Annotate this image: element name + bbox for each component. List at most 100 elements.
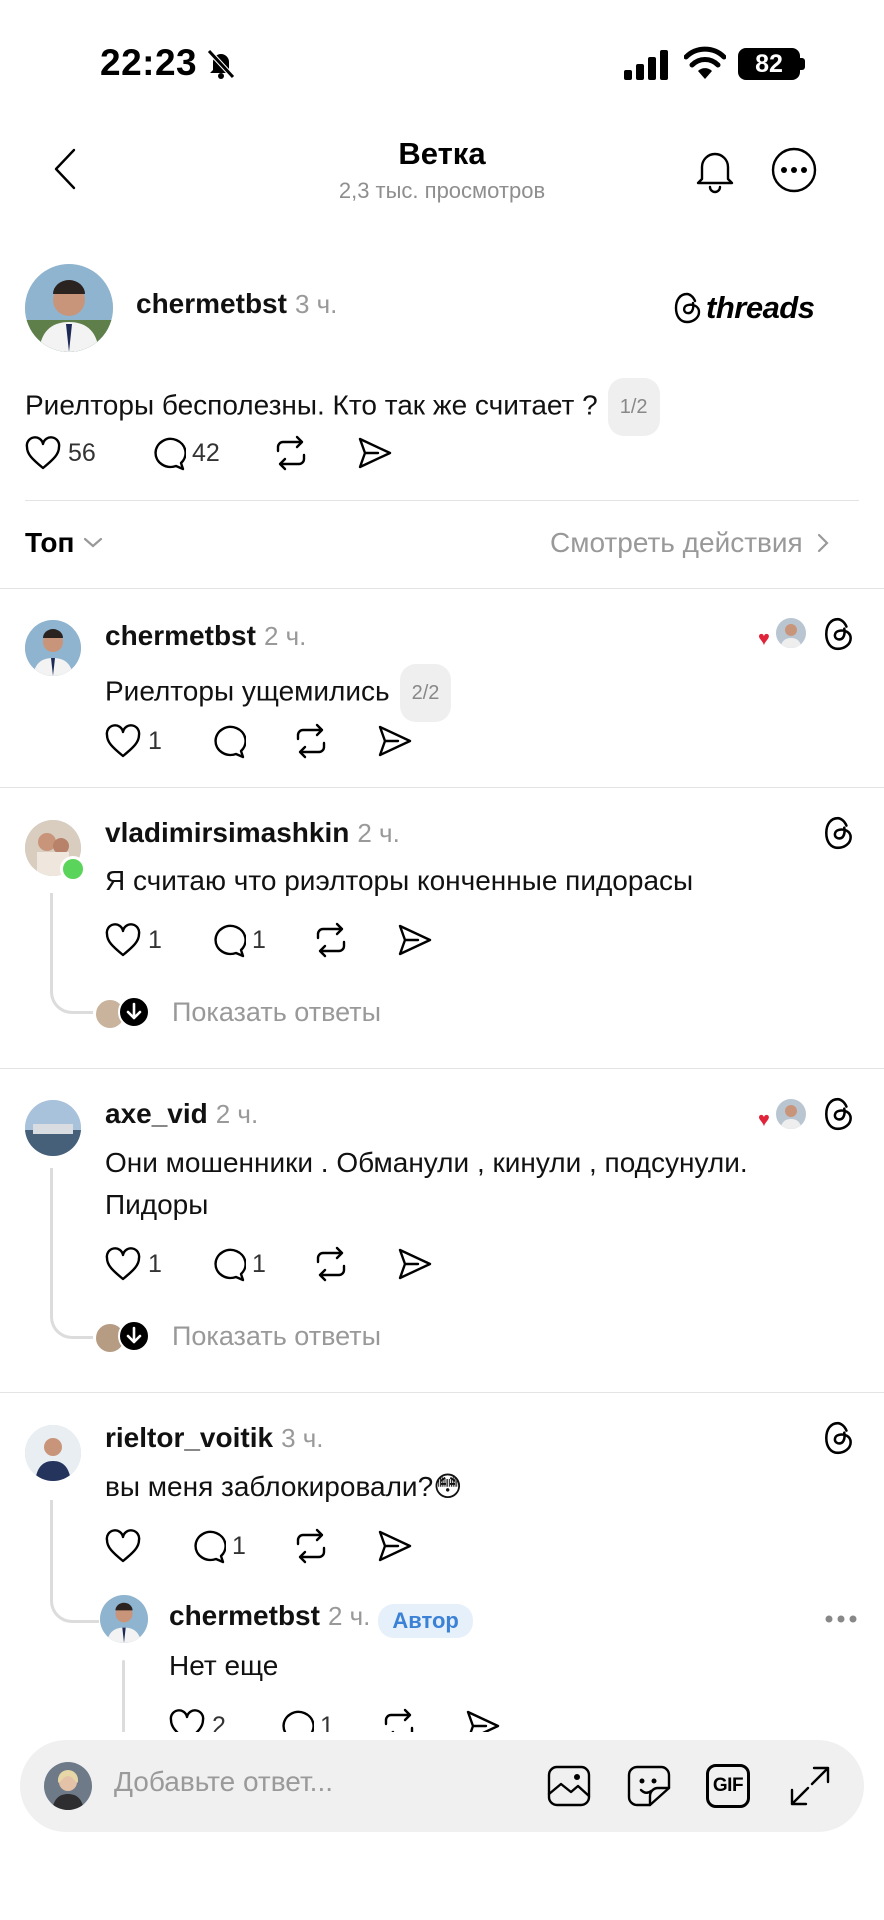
reply-like-button[interactable]: 1 — [104, 1246, 162, 1282]
threads-icon[interactable] — [822, 815, 856, 851]
reply-repost-icon[interactable] — [292, 723, 330, 759]
liked-heart-icon: ♥ — [758, 628, 770, 650]
reply-like-button[interactable]: 1 — [104, 922, 162, 958]
post-repost-icon[interactable] — [272, 435, 310, 471]
liker-avatar — [774, 1097, 808, 1131]
post-author-avatar[interactable] — [25, 264, 113, 352]
reply-username[interactable]: vladimirsimashkin — [105, 817, 349, 848]
threads-logo[interactable]: threads — [672, 290, 815, 326]
threads-icon[interactable] — [822, 616, 856, 652]
reply-text-line: Пидоры — [105, 1189, 209, 1220]
gif-button[interactable]: GIF — [706, 1764, 750, 1808]
notifications-bell-icon[interactable] — [692, 146, 738, 194]
reply-avatar[interactable] — [25, 1425, 81, 1481]
reply-username[interactable]: rieltor_voitik — [105, 1422, 273, 1453]
reply-time: 3 ч. — [281, 1423, 324, 1453]
sort-label: Топ — [25, 527, 75, 558]
reply-avatar[interactable] — [25, 620, 81, 676]
view-activity-label: Смотреть действия — [550, 527, 803, 558]
reply-input[interactable] — [114, 1766, 414, 1798]
reply-comment-count: 1 — [232, 1531, 246, 1560]
reply-share-icon[interactable] — [396, 1246, 434, 1282]
post-like-button[interactable]: 56 — [24, 435, 96, 471]
threads-icon[interactable] — [822, 1420, 856, 1456]
wifi-icon — [684, 46, 726, 80]
reply-username[interactable]: chermetbst — [105, 620, 256, 651]
thread-connector — [50, 1500, 99, 1623]
post-username[interactable]: chermetbst — [136, 288, 287, 319]
liked-heart-icon: ♥ — [758, 1109, 770, 1131]
more-options-icon[interactable] — [824, 1614, 858, 1624]
nested-reply-time: 2 ч. — [327, 1601, 371, 1631]
threads-logo-icon — [674, 292, 701, 324]
reply-divider — [0, 1392, 884, 1393]
reply-username[interactable]: axe_vid — [105, 1098, 208, 1129]
chevron-down-icon — [84, 537, 103, 548]
reply-avatar[interactable] — [25, 1100, 81, 1156]
current-user-avatar — [44, 1762, 92, 1810]
sort-dropdown[interactable]: Топ — [25, 527, 104, 559]
expand-arrow-icon — [118, 1320, 150, 1352]
liker-avatar — [774, 616, 808, 650]
nested-thread-line — [122, 1660, 125, 1740]
post-share-icon[interactable] — [356, 435, 394, 471]
thread-connector — [50, 1168, 93, 1339]
reply-repost-icon[interactable] — [312, 922, 350, 958]
post-text: Риелторы бесполезны. Кто так же считает … — [25, 389, 598, 421]
show-replies-link[interactable]: Показать ответы — [172, 1321, 381, 1352]
reply-divider — [0, 1068, 884, 1069]
reply-share-icon[interactable] — [376, 1528, 414, 1564]
reply-text: вы меня заблокировали?😳 — [105, 1471, 463, 1502]
reply-repost-icon[interactable] — [292, 1528, 330, 1564]
liked-by-author-indicator: ♥ — [758, 616, 808, 652]
show-replies-link[interactable]: Показать ответы — [172, 997, 381, 1028]
heart-icon — [25, 436, 61, 470]
heart-icon — [105, 923, 141, 957]
reply-comment-button[interactable]: 1 — [208, 922, 266, 958]
more-options-icon[interactable] — [770, 146, 818, 194]
reply-text: Риелторы ущемились — [105, 675, 390, 707]
views-count: 2,3 тыс. просмотров — [338, 178, 546, 203]
nested-reply-avatar[interactable] — [100, 1595, 148, 1643]
post-time: 3 ч. — [294, 289, 338, 319]
liked-by-author-indicator: ♥ — [758, 1097, 808, 1133]
reply-comment-icon[interactable] — [208, 723, 246, 759]
cellular-signal-icon — [624, 50, 670, 80]
expand-icon[interactable] — [788, 1764, 832, 1808]
reply-comment-button[interactable]: 1 — [188, 1528, 246, 1564]
online-status-dot — [60, 856, 86, 882]
battery-tip — [800, 58, 805, 70]
reply-comment-count: 1 — [252, 925, 266, 954]
reply-like-button[interactable]: 1 — [104, 723, 162, 759]
reply-repost-icon[interactable] — [312, 1246, 350, 1282]
sort-divider — [0, 588, 884, 589]
reply-like-icon[interactable] — [104, 1528, 142, 1564]
reply-comment-button[interactable]: 1 — [208, 1246, 266, 1282]
threads-logo-text: threads — [706, 290, 815, 325]
sticker-icon[interactable] — [626, 1764, 672, 1808]
author-badge: Автор — [378, 1603, 473, 1638]
heart-icon — [105, 724, 141, 758]
post-comment-count: 42 — [192, 438, 220, 467]
status-time: 22:23 — [100, 42, 198, 83]
view-activity-link[interactable]: Смотреть действия — [550, 527, 831, 559]
gif-label: GIF — [712, 1775, 744, 1796]
comment-icon — [194, 1530, 226, 1564]
reply-share-icon[interactable] — [376, 723, 414, 759]
reply-time: 2 ч. — [263, 621, 307, 651]
image-gallery-icon[interactable] — [546, 1764, 592, 1808]
reply-share-icon[interactable] — [396, 922, 434, 958]
nested-reply-text: Нет еще — [169, 1650, 279, 1681]
comment-icon — [214, 924, 246, 958]
battery-indicator: 82 — [738, 48, 800, 80]
comment-icon — [214, 1248, 246, 1282]
post-like-count: 56 — [68, 438, 96, 467]
threads-icon[interactable] — [822, 1096, 856, 1132]
post-comment-button[interactable]: 42 — [148, 435, 220, 471]
thread-connector — [50, 893, 93, 1014]
nested-reply-username[interactable]: chermetbst — [169, 1600, 320, 1631]
reply-text-line: Они мошенники . Обманули , кинули , подс… — [105, 1147, 748, 1178]
page-title: Ветка — [398, 136, 486, 171]
reply-pager: 2/2 — [399, 664, 452, 722]
reply-like-count: 1 — [148, 726, 162, 755]
